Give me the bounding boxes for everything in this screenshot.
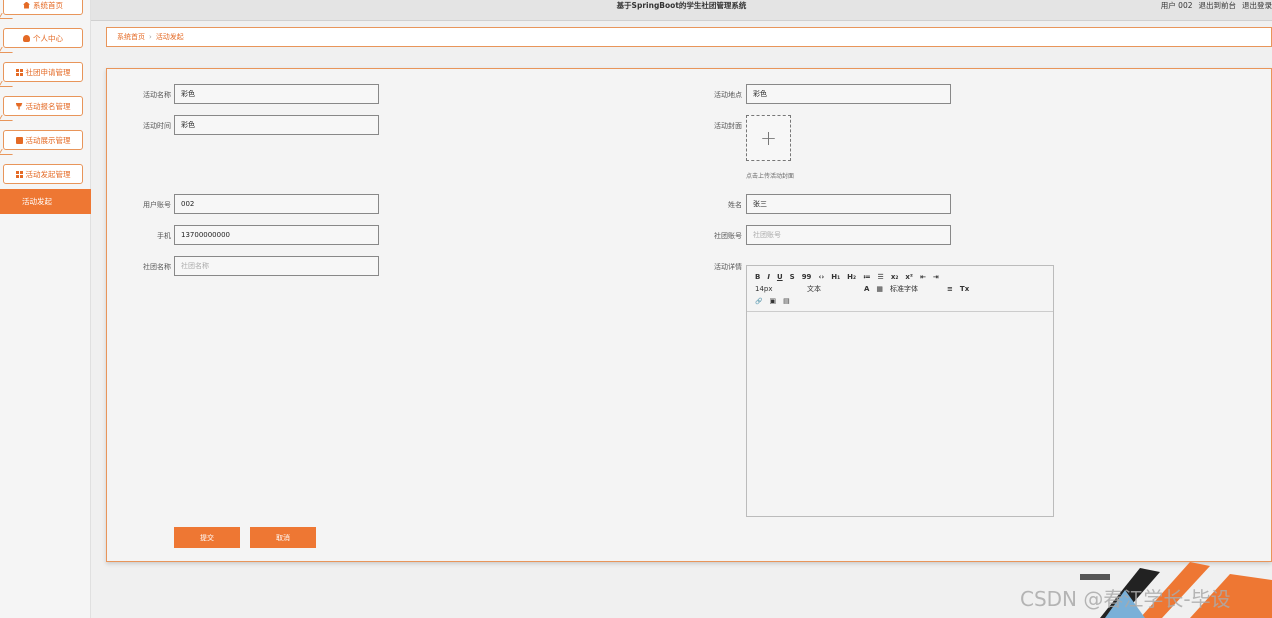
h1-button[interactable]: H₁ — [831, 273, 840, 281]
editor-toolbar-row: 🔗 ▣ ▤ — [755, 295, 1045, 307]
user-account-label: 用户账号 — [143, 201, 171, 209]
breadcrumb: 系统首页 › 活动发起 — [106, 27, 1272, 47]
club-account-input[interactable] — [746, 225, 951, 245]
plus-icon: + — [760, 126, 777, 150]
editor-toolbar: B I U S 99 ‹› H₁ H₂ ≔ ☰ x₂ x² ⇤ ⇥ 14px 文… — [747, 266, 1053, 312]
sidebar-divider — [0, 47, 16, 53]
breadcrumb-current: 活动发起 — [155, 33, 184, 41]
bold-button[interactable]: B — [755, 273, 760, 281]
rich-text-editor: B I U S 99 ‹› H₁ H₂ ≔ ☰ x₂ x² ⇤ ⇥ 14px 文… — [746, 265, 1054, 517]
logout-link[interactable]: 退出登录 — [1242, 0, 1272, 12]
upload-hint: 点击上传活动封面 — [746, 173, 795, 180]
cover-upload-box[interactable]: + — [746, 115, 791, 161]
activity-name-input[interactable] — [174, 84, 379, 104]
activity-time-input[interactable] — [174, 115, 379, 135]
sidebar-item-activity-launch[interactable]: 活动发起 — [0, 189, 91, 214]
font-color-button[interactable]: A — [864, 285, 869, 293]
sidebar-item-club-apply[interactable]: 社团申请管理 — [3, 62, 83, 82]
app-title: 基于SpringBoot的学生社团管理系统 — [616, 1, 747, 10]
activity-time-label: 活动时间 — [143, 122, 171, 130]
back-to-front-link[interactable]: 退出到前台 — [1199, 0, 1237, 12]
font-size-select[interactable]: 14px — [755, 285, 800, 293]
club-name-input[interactable] — [174, 256, 379, 276]
sidebar-item-profile[interactable]: 个人中心 — [3, 28, 83, 48]
h2-button[interactable]: H₂ — [847, 273, 856, 281]
grid-icon — [15, 170, 23, 178]
grid-icon — [15, 68, 23, 76]
video-icon[interactable]: ▤ — [783, 297, 790, 305]
subscript-button[interactable]: x₂ — [891, 273, 899, 281]
italic-button[interactable]: I — [767, 273, 770, 281]
breadcrumb-separator: › — [149, 33, 152, 41]
text-type-select[interactable]: 文本 — [807, 284, 857, 294]
breadcrumb-home[interactable]: 系统首页 — [117, 32, 145, 42]
phone-label: 手机 — [157, 232, 171, 240]
sidebar-item-label: 活动发起管理 — [25, 169, 71, 179]
image-icon[interactable]: ▣ — [769, 297, 776, 305]
submit-button[interactable]: 提交 — [174, 527, 240, 548]
background-color-button[interactable]: ▦ — [876, 285, 883, 293]
phone-input[interactable] — [174, 225, 379, 245]
activity-detail-label: 活动详情 — [714, 263, 742, 271]
sidebar-divider — [0, 149, 16, 155]
outdent-button[interactable]: ⇤ — [920, 273, 926, 281]
code-button[interactable]: ‹› — [818, 273, 824, 281]
sidebar-item-label: 系统首页 — [33, 0, 63, 10]
sidebar-divider — [0, 115, 16, 121]
user-icon — [23, 34, 30, 42]
sidebar-item-label: 活动报名管理 — [25, 101, 71, 111]
form-panel: 活动名称 活动时间 用户账号 手机 社团名称 活动地点 活动封面 + 点击上传活… — [106, 68, 1272, 562]
activity-cover-label: 活动封面 — [714, 122, 742, 130]
font-family-select[interactable]: 标准字体 — [890, 284, 940, 294]
indent-button[interactable]: ⇥ — [933, 273, 939, 281]
activity-place-label: 活动地点 — [714, 91, 742, 99]
name-input[interactable] — [746, 194, 951, 214]
sidebar-item-activity-launch-manage[interactable]: 活动发起管理 — [3, 164, 83, 184]
bullet-list-button[interactable]: ☰ — [878, 273, 884, 281]
sidebar-item-label: 社团申请管理 — [25, 67, 71, 77]
sidebar-item-activity-signup[interactable]: 活动报名管理 — [3, 96, 83, 116]
cancel-button[interactable]: 取消 — [250, 527, 316, 548]
club-name-label: 社团名称 — [143, 263, 171, 271]
underline-button[interactable]: U — [777, 273, 783, 281]
quote-button[interactable]: 99 — [802, 273, 812, 281]
club-account-label: 社团账号 — [714, 232, 742, 240]
strike-button[interactable]: S — [790, 273, 795, 281]
name-label: 姓名 — [728, 201, 742, 209]
watermark-text: CSDN @春江学长-毕设 — [1020, 587, 1231, 611]
sidebar-divider — [0, 81, 16, 87]
ordered-list-button[interactable]: ≔ — [863, 273, 870, 281]
user-account-input[interactable] — [174, 194, 379, 214]
cup-icon — [15, 102, 23, 110]
editor-content[interactable] — [747, 312, 1053, 516]
top-bar: 基于SpringBoot的学生社团管理系统 用户 002 退出到前台 退出登录 — [91, 0, 1272, 21]
sidebar-item-activity-show[interactable]: 活动展示管理 — [3, 130, 83, 150]
current-user: 用户 002 — [1160, 1, 1193, 10]
align-button[interactable]: ≡ — [947, 285, 953, 293]
sidebar-item-label: 活动展示管理 — [25, 135, 71, 145]
user-info: 用户 002 退出到前台 退出登录 — [1161, 0, 1272, 12]
sidebar-divider — [0, 13, 16, 19]
link-icon[interactable]: 🔗 — [755, 298, 762, 305]
clear-format-button[interactable]: Tx — [960, 285, 969, 293]
superscript-button[interactable]: x² — [905, 273, 913, 281]
activity-name-label: 活动名称 — [143, 91, 171, 99]
editor-toolbar-row: 14px 文本 A ▦ 标准字体 ≡ Tx — [755, 283, 1045, 295]
sidebar: 系统首页 个人中心 社团申请管理 活动报名管理 活动展示管理 活动发起管理 活动… — [0, 0, 91, 618]
home-icon — [23, 1, 30, 9]
editor-toolbar-row: B I U S 99 ‹› H₁ H₂ ≔ ☰ x₂ x² ⇤ ⇥ — [755, 271, 1045, 283]
activity-place-input[interactable] — [746, 84, 951, 104]
sidebar-item-label: 个人中心 — [33, 33, 63, 43]
calendar-icon — [15, 136, 23, 144]
